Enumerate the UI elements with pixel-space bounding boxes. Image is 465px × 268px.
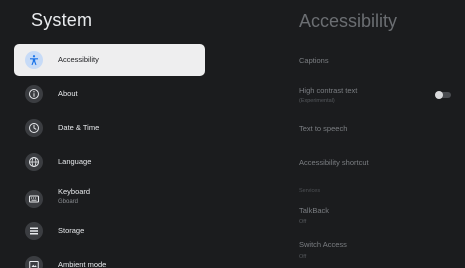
keyboard-icon [25,190,43,208]
toggle-knob [435,91,443,99]
talkback-status: Off [299,219,307,225]
talkback-option[interactable]: TalkBack [299,206,329,215]
menu-item-label: About [58,89,78,98]
captions-option[interactable]: Captions [299,56,329,65]
ambient-mode-icon [25,256,43,268]
storage-icon [25,222,43,240]
menu-item-about[interactable]: About [14,78,205,110]
menu-item-date-time[interactable]: Date & Time [14,112,205,144]
info-icon [25,85,43,103]
menu-item-label: Ambient mode [58,260,107,268]
system-menu-panel: System Accessibility About Date & Time L… [0,0,215,268]
globe-icon [25,153,43,171]
menu-item-accessibility[interactable]: Accessibility [14,44,205,76]
menu-item-keyboard[interactable]: Keyboard Gboard [14,181,205,213]
switch-access-option[interactable]: Switch Access [299,240,347,249]
menu-item-label: Keyboard [58,187,91,196]
accessibility-panel: Accessibility Captions High contrast tex… [284,0,465,268]
text-to-speech-option[interactable]: Text to speech [299,124,347,133]
menu-item-ambient-mode[interactable]: Ambient mode [14,249,205,268]
accessibility-title: Accessibility [299,11,398,31]
clock-icon [25,119,43,137]
switch-access-status: Off [299,254,307,260]
menu-item-label: Accessibility [58,55,99,64]
screen: System Accessibility About Date & Time L… [0,0,465,268]
menu-item-label: Storage [58,226,85,235]
menu-item-storage[interactable]: Storage [14,215,205,247]
high-contrast-sublabel: (Experimental) [299,98,335,104]
system-title: System [31,10,93,30]
menu-item-language[interactable]: Language [14,146,205,178]
menu-item-sublabel: Gboard [58,199,79,205]
menu-item-label: Date & Time [58,123,100,132]
menu-item-label: Language [58,157,92,166]
accessibility-shortcut-option[interactable]: Accessibility shortcut [299,158,369,167]
accessibility-icon [25,51,43,69]
high-contrast-option[interactable]: High contrast text [299,86,357,95]
services-section-header: Services [299,188,321,194]
high-contrast-toggle[interactable] [435,91,452,99]
